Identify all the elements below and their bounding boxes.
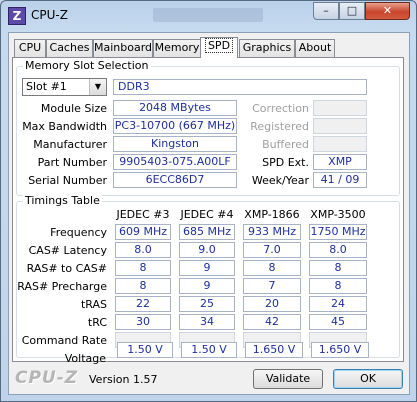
timing-value: 8.0 — [115, 242, 171, 258]
tab-label: CPU — [18, 41, 42, 54]
buffered-label: Buffered — [262, 138, 309, 151]
serial-number-label: Serial Number — [28, 174, 107, 187]
timing-row-label: RAS# to CAS# — [26, 262, 107, 275]
tab-about[interactable]: About — [295, 39, 335, 57]
timing-value — [179, 332, 235, 348]
client-area: CPU Caches Mainboard Memory SPD Graphics… — [8, 32, 410, 395]
timing-value: 8 — [115, 278, 171, 294]
window-title: CPU-Z — [31, 8, 68, 22]
timings-column-header: JEDEC #4 — [180, 208, 234, 221]
tab-label: Caches — [49, 41, 90, 54]
timing-value: 609 MHz — [115, 224, 171, 240]
cpuz-window: Z CPU-Z – □ ✕ CPU Caches Mainboard Memor… — [0, 0, 417, 402]
tab-cpu[interactable]: CPU — [14, 39, 46, 57]
timing-value: 933 MHz — [243, 224, 301, 240]
manufacturer-label: Manufacturer — [33, 138, 107, 151]
manufacturer-value: Kingston — [113, 136, 237, 152]
spd-panel: Memory Slot Selection Slot #1 ▼ DDR3 Mod… — [12, 57, 404, 365]
footer: CPU-Z Version 1.57 Validate OK — [9, 366, 407, 392]
week-year-value: 41 / 09 — [313, 172, 367, 188]
timing-row-label: Voltage — [64, 352, 106, 365]
max-bandwidth-value: PC3-10700 (667 MHz) — [113, 118, 237, 134]
max-bandwidth-label: Max Bandwidth — [22, 120, 107, 133]
timing-row-label: Command Rate — [21, 334, 107, 347]
timing-value: 22 — [115, 296, 171, 312]
timing-value: 42 — [243, 314, 301, 330]
version-text: Version 1.57 — [89, 373, 158, 386]
close-button[interactable]: ✕ — [365, 2, 410, 20]
timing-row-label: Frequency — [50, 226, 107, 239]
ok-button[interactable]: OK — [333, 369, 403, 389]
tab-label: SPD — [204, 38, 234, 53]
maximize-button[interactable]: □ — [339, 2, 365, 20]
part-number-value: 9905403-075.A00LF — [113, 154, 237, 170]
timing-value: 1750 MHz — [309, 224, 367, 240]
timing-value: 685 MHz — [179, 224, 235, 240]
background-window-title — [153, 8, 263, 22]
timings-column-header: XMP-1866 — [244, 208, 300, 221]
minimize-button[interactable]: – — [313, 2, 339, 20]
timing-value: 8 — [243, 260, 301, 276]
module-size-label: Module Size — [40, 102, 107, 115]
tab-graphics[interactable]: Graphics — [239, 39, 295, 57]
timings-table-group: Timings Table JEDEC #3 JEDEC #4 XMP-1866… — [16, 194, 400, 358]
memory-slot-group: Memory Slot Selection Slot #1 ▼ DDR3 Mod… — [16, 59, 400, 196]
timing-value: 8 — [309, 278, 367, 294]
timing-row-label: tRC — [87, 316, 107, 329]
tab-caches[interactable]: Caches — [46, 39, 93, 57]
validate-button[interactable]: Validate — [253, 369, 323, 389]
slot-select[interactable]: Slot #1 ▼ — [22, 78, 107, 96]
timing-value: 9 — [179, 260, 235, 276]
spd-ext-label: SPD Ext. — [262, 156, 309, 169]
tab-label: Graphics — [242, 41, 292, 54]
tab-spd[interactable]: SPD — [200, 37, 238, 58]
module-size-value: 2048 MBytes — [113, 100, 237, 116]
timing-row-label: RAS# Precharge — [17, 280, 107, 293]
timing-value: 7.0 — [243, 242, 301, 258]
timing-row-label: CAS# Latency — [28, 244, 107, 257]
timing-value: 25 — [179, 296, 235, 312]
timing-value — [309, 332, 367, 348]
timing-row-label: tRAS — [80, 298, 107, 311]
tab-memory[interactable]: Memory — [153, 39, 201, 57]
cpuz-logo: CPU-Z — [15, 368, 79, 388]
timings-column-header: XMP-3500 — [310, 208, 366, 221]
part-number-label: Part Number — [37, 156, 107, 169]
correction-value — [313, 100, 367, 116]
week-year-label: Week/Year — [251, 174, 309, 187]
timing-value: 8.0 — [309, 242, 367, 258]
chevron-down-icon[interactable]: ▼ — [89, 79, 106, 95]
timings-column-header: JEDEC #3 — [116, 208, 170, 221]
timing-value: 9 — [179, 278, 235, 294]
timing-value: 7 — [243, 278, 301, 294]
tab-label: About — [298, 41, 332, 54]
timing-value: 30 — [115, 314, 171, 330]
spd-ext-value: XMP — [313, 154, 367, 170]
memory-type-field: DDR3 — [113, 79, 367, 95]
tab-label: Mainboard — [94, 41, 153, 54]
cpuz-app-icon: Z — [8, 7, 26, 25]
buffered-value — [313, 136, 367, 152]
group-title: Timings Table — [23, 194, 102, 207]
timing-value: 20 — [243, 296, 301, 312]
timing-value: 8 — [309, 260, 367, 276]
group-title: Memory Slot Selection — [23, 59, 151, 72]
correction-label: Correction — [252, 102, 309, 115]
timing-value: 8 — [115, 260, 171, 276]
timing-value: 24 — [309, 296, 367, 312]
tab-mainboard[interactable]: Mainboard — [93, 39, 153, 57]
timing-value: 45 — [309, 314, 367, 330]
timing-value: 9.0 — [179, 242, 235, 258]
tab-label: Memory — [154, 41, 200, 54]
timing-value: 34 — [179, 314, 235, 330]
registered-label: Registered — [250, 120, 309, 133]
registered-value — [313, 118, 367, 134]
title-bar[interactable]: Z CPU-Z – □ ✕ — [1, 1, 416, 31]
slot-select-value: Slot #1 — [26, 80, 67, 93]
serial-number-value: 6ECC86D7 — [113, 172, 237, 188]
timing-value — [243, 332, 301, 348]
timing-value — [115, 332, 171, 348]
